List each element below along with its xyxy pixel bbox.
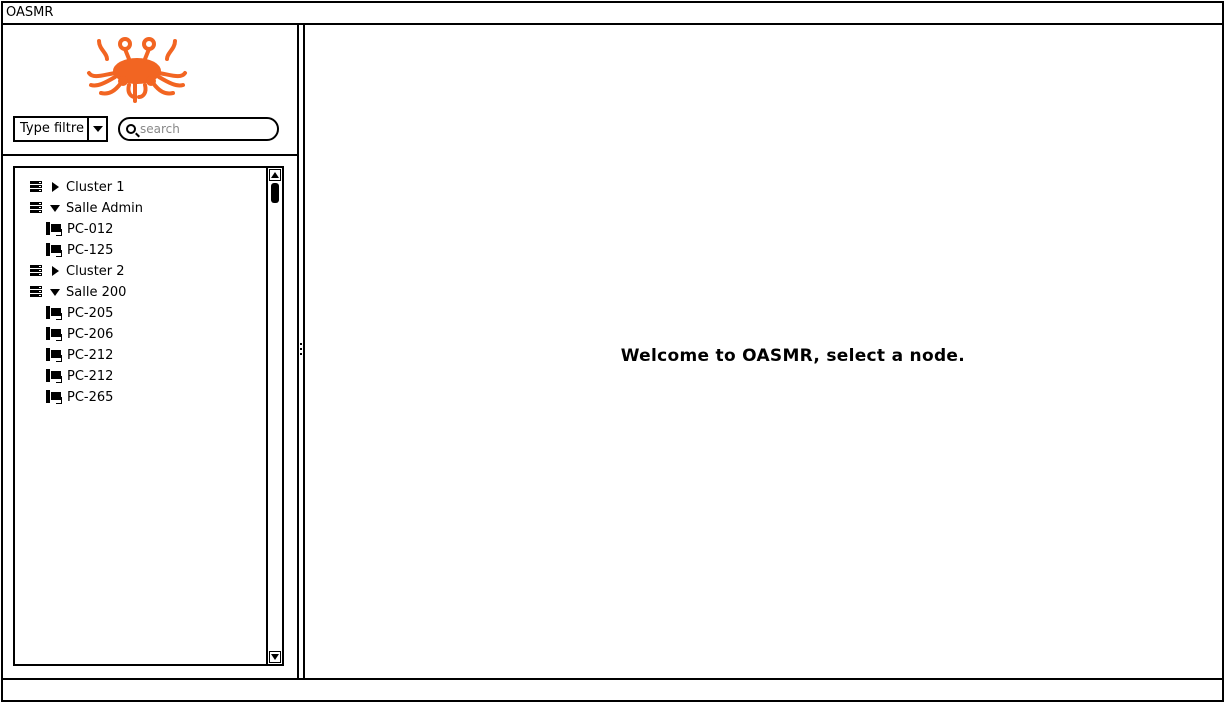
tree-item-label: PC-206 <box>67 326 114 342</box>
search-icon <box>126 124 136 134</box>
scroll-up-arrow-icon[interactable] <box>269 169 281 181</box>
computer-icon <box>46 306 61 320</box>
chevron-down-icon[interactable] <box>87 118 106 140</box>
tree-item-label: PC-205 <box>67 305 114 321</box>
tree-item-pc[interactable]: PC-212 <box>46 345 113 365</box>
welcome-area: Welcome to OASMR, select a node. <box>439 25 1099 678</box>
tree-item-label: PC-012 <box>67 221 114 237</box>
server-icon <box>29 201 44 215</box>
server-icon <box>29 264 44 278</box>
pane-splitter[interactable] <box>297 25 305 678</box>
caret-down-icon[interactable] <box>50 202 61 214</box>
type-filter-select[interactable]: Type filtre <box>13 116 108 142</box>
tree-scrollbar[interactable] <box>266 168 282 664</box>
tree-item-pc[interactable]: PC-205 <box>46 303 113 323</box>
tree-item-group[interactable]: Cluster 1 <box>29 177 125 197</box>
server-icon <box>29 285 44 299</box>
tree-item-label: Cluster 2 <box>66 263 125 279</box>
computer-icon <box>46 369 61 383</box>
scroll-down-arrow-icon[interactable] <box>269 651 281 663</box>
computer-icon <box>46 390 61 404</box>
tree-item-label: PC-212 <box>67 368 114 384</box>
status-bar <box>3 678 1222 700</box>
tree-item-label: Cluster 1 <box>66 179 125 195</box>
tree-item-label: PC-125 <box>67 242 114 258</box>
sidebar-divider <box>3 154 297 156</box>
node-tree: Cluster 1 Salle Admin PC-012 PC-125 Clus… <box>13 166 284 666</box>
computer-icon <box>46 222 61 236</box>
tree-item-group[interactable]: Salle 200 <box>29 282 126 302</box>
app-window: OASMR Type filtre search Cluster 1 Salle… <box>1 1 1224 702</box>
title-bar: OASMR <box>3 3 1222 25</box>
caret-right-icon[interactable] <box>50 265 61 277</box>
window-title: OASMR <box>6 5 54 20</box>
tree-item-group[interactable]: Cluster 2 <box>29 261 125 281</box>
tree-item-group[interactable]: Salle Admin <box>29 198 143 218</box>
type-filter-value: Type filtre <box>20 121 84 136</box>
computer-icon <box>46 348 61 362</box>
splitter-grip-icon[interactable] <box>300 343 302 357</box>
flying-spaghetti-monster-logo <box>87 37 187 103</box>
tree-item-pc[interactable]: PC-125 <box>46 240 113 260</box>
tree-item-pc[interactable]: PC-012 <box>46 219 113 239</box>
tree-item-label: PC-265 <box>67 389 114 405</box>
sidebar: Type filtre Cluster 1 Salle Admin <box>3 25 297 678</box>
tree-item-pc[interactable]: PC-212 <box>46 366 113 386</box>
server-icon <box>29 180 44 194</box>
tree-item-label: Salle Admin <box>66 200 144 216</box>
welcome-message: Welcome to OASMR, select a node. <box>620 346 965 366</box>
scroll-thumb[interactable] <box>271 183 279 203</box>
caret-down-icon[interactable] <box>50 286 61 298</box>
tree-item-pc[interactable]: PC-206 <box>46 324 113 344</box>
main-content: Welcome to OASMR, select a node. <box>305 25 1222 678</box>
search-box[interactable] <box>118 117 279 141</box>
caret-right-icon[interactable] <box>50 181 61 193</box>
tree-item-label: PC-212 <box>67 347 114 363</box>
search-input[interactable] <box>140 120 274 138</box>
computer-icon <box>46 327 61 341</box>
tree-item-pc[interactable]: PC-265 <box>46 387 113 407</box>
computer-icon <box>46 243 61 257</box>
tree-item-label: Salle 200 <box>66 284 127 300</box>
